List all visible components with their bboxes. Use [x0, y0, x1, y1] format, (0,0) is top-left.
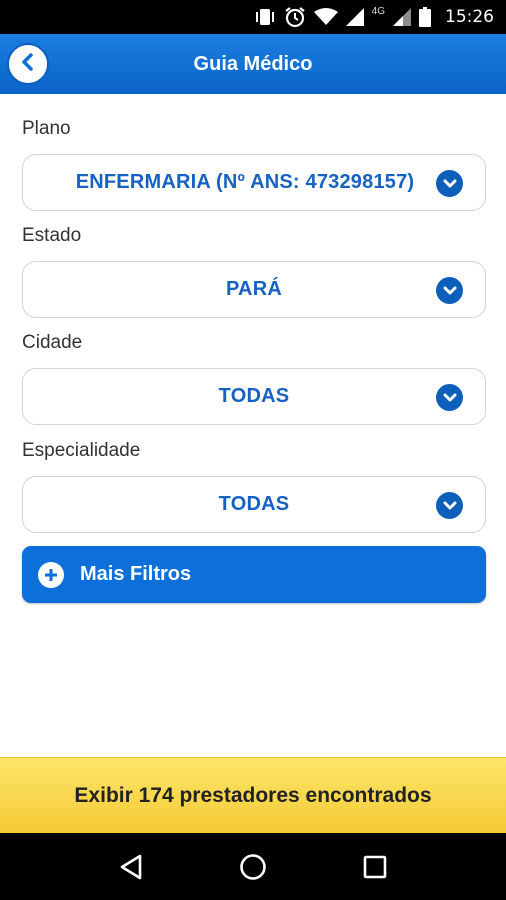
status-bar: 4G 15:26 [0, 0, 506, 34]
page-title: Guia Médico [193, 52, 313, 75]
alarm-icon [284, 6, 306, 28]
status-time: 15:26 [445, 7, 494, 27]
especialidade-label: Especialidade [22, 440, 141, 461]
signal-icon [393, 8, 411, 26]
show-results-label: Exibir 174 prestadores encontrados [74, 783, 432, 807]
wifi-icon [313, 8, 338, 26]
chevron-down-icon [436, 384, 463, 411]
chevron-down-icon [436, 277, 463, 304]
chevron-left-icon [19, 52, 37, 76]
back-triangle-icon[interactable] [111, 847, 151, 887]
home-circle-icon[interactable] [233, 847, 273, 887]
especialidade-select[interactable]: TODAS [22, 476, 486, 533]
plano-label: Plano [22, 118, 71, 139]
battery-icon [419, 7, 431, 27]
system-nav-bar [0, 833, 506, 900]
show-results-button[interactable]: Exibir 174 prestadores encontrados [0, 757, 506, 833]
chevron-down-icon [436, 170, 463, 197]
estado-value: PARÁ [226, 278, 282, 300]
cidade-label: Cidade [22, 332, 83, 353]
more-filters-label: Mais Filtros [80, 563, 192, 585]
especialidade-value: TODAS [218, 493, 290, 515]
vibrate-icon [254, 8, 276, 26]
chevron-down-icon [436, 492, 463, 519]
plano-select[interactable]: ENFERMARIA (Nº ANS: 473298157) [22, 154, 486, 211]
back-button[interactable] [7, 43, 49, 85]
app-bar: Guia Médico [0, 34, 506, 94]
recents-square-icon[interactable] [355, 847, 395, 887]
more-filters-button[interactable]: Mais Filtros [22, 546, 486, 603]
plus-icon [38, 561, 64, 588]
estado-label: Estado [22, 225, 82, 246]
network-type: 4G [371, 5, 385, 17]
signal-icon [345, 8, 364, 26]
estado-select[interactable]: PARÁ [22, 261, 486, 318]
plano-value: ENFERMARIA (Nº ANS: 473298157) [75, 171, 415, 193]
cidade-select[interactable]: TODAS [22, 368, 486, 425]
cidade-value: TODAS [218, 385, 290, 407]
